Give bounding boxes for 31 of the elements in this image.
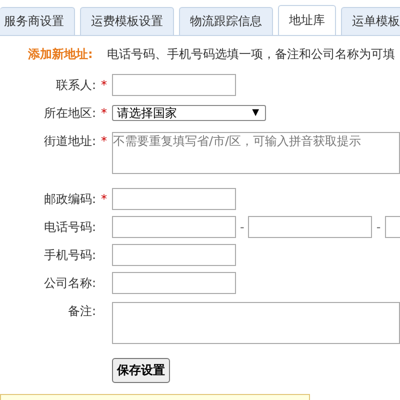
required-mark: * [100,106,108,120]
field-label: 邮政编码: [44,190,96,208]
separator: - [240,220,244,234]
field-label: 手机号码: [44,246,96,264]
input-field[interactable] [112,272,236,294]
separator: - [376,220,381,234]
required-mark: * [100,134,108,148]
field-label: 所在地区: [44,104,96,122]
save-button[interactable]: 保存设置 [112,358,170,383]
tab[interactable]: 地址库 [278,5,336,35]
remark-field[interactable] [112,302,400,344]
required-mark: * [100,78,108,92]
input-field[interactable] [112,74,236,96]
tab[interactable]: 运费模板设置 [80,7,174,35]
tab[interactable]: 服务商设置 [0,7,75,35]
field-label: 电话号码: [44,218,96,236]
hint-text: 电话号码、手机号码选填一项，备注和公司名称为可填 [106,46,395,63]
input-field[interactable] [112,244,236,266]
section-title: 添加新地址: [28,46,93,63]
field-label: 街道地址: [44,132,96,150]
input-field[interactable] [248,216,372,238]
field-label: 备注: [68,302,96,320]
input-field[interactable] [112,188,236,210]
field-label: 公司名称: [44,274,96,292]
field-label: 联系人: [56,76,96,94]
address-field[interactable]: 不需要重复填写省/市/区，可输入拼音获取提示 [112,132,400,174]
tab[interactable]: 物流跟踪信息 [179,7,273,35]
required-mark: * [100,192,108,206]
country-dropdown[interactable]: 请选择国家 ▼ [112,105,266,121]
tab[interactable]: 运单模板 [341,7,400,35]
input-field[interactable] [112,216,236,238]
